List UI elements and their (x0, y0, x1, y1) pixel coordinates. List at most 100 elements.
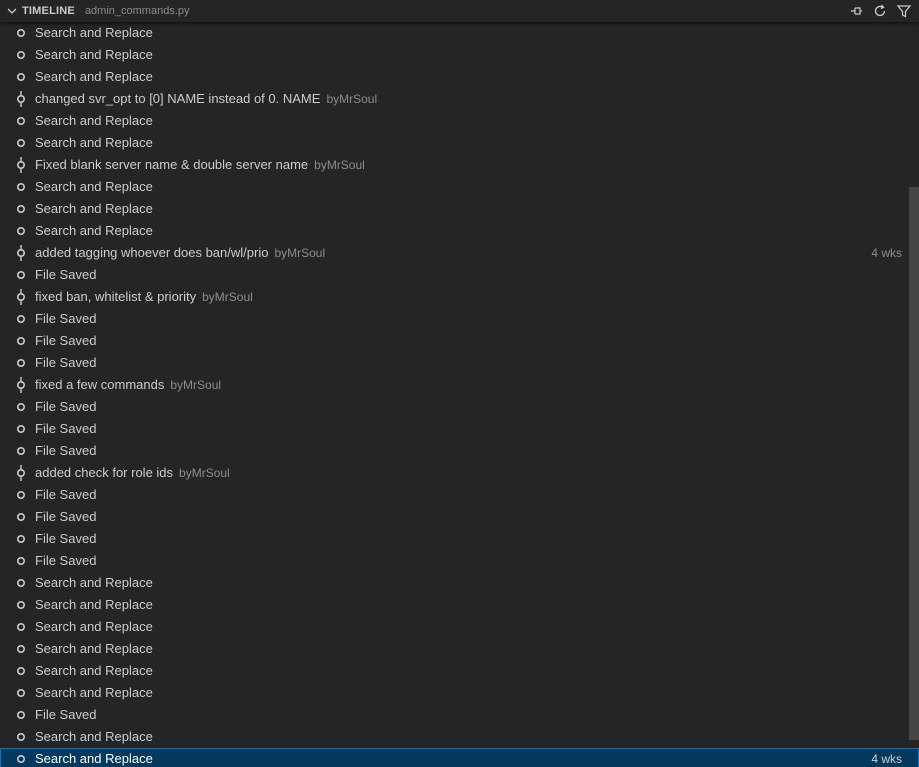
scrollbar-thumb[interactable] (909, 187, 919, 740)
timeline-item-label: Search and Replace (35, 179, 153, 195)
timeline-item[interactable]: File Saved (0, 528, 919, 550)
timeline-item[interactable]: File Saved (0, 440, 919, 462)
timeline-item[interactable]: Search and Replace (0, 220, 919, 242)
chevron-down-icon[interactable] (4, 0, 20, 22)
timeline-item[interactable]: Search and Replace (0, 660, 919, 682)
local-history-icon (14, 69, 28, 85)
local-history-icon (14, 531, 28, 547)
timeline-item[interactable]: File Saved (0, 396, 919, 418)
timeline-item[interactable]: File Saved (0, 418, 919, 440)
timeline-item[interactable]: Search and Replace (0, 594, 919, 616)
local-history-icon (14, 729, 28, 745)
local-history-icon (14, 135, 28, 151)
timeline-item-label: File Saved (35, 421, 96, 437)
git-commit-icon (14, 289, 28, 305)
timeline-item-time: 4 wks (871, 752, 902, 766)
timeline-item[interactable]: Search and Replace (0, 176, 919, 198)
timeline-file-name: admin_commands.py (84, 5, 190, 17)
timeline-item[interactable]: Search and Replace (0, 616, 919, 638)
timeline-item-title: Search and Replace (35, 663, 153, 678)
timeline-item-label: Search and Replace (35, 685, 153, 701)
local-history-icon (14, 685, 28, 701)
git-commit-icon (14, 91, 28, 107)
timeline-item[interactable]: Search and Replace (0, 198, 919, 220)
timeline-item-title: Search and Replace (35, 113, 153, 128)
timeline-item-label: Search and Replace (35, 751, 153, 767)
timeline-item[interactable]: File Saved (0, 308, 919, 330)
local-history-icon (14, 443, 28, 459)
local-history-icon (14, 113, 28, 129)
timeline-item-title: Search and Replace (35, 135, 153, 150)
timeline-item-label: Search and Replace (35, 135, 153, 151)
timeline-item-time: 4 wks (871, 246, 902, 260)
timeline-item-title: File Saved (35, 355, 97, 370)
git-commit-icon (14, 245, 28, 261)
timeline-item-title: Search and Replace (35, 619, 153, 634)
refresh-icon[interactable] (871, 2, 889, 20)
timeline-item-label: added check for role ids byMrSoul (35, 465, 230, 481)
timeline-item-author: byMrSoul (326, 92, 378, 106)
local-history-icon (14, 663, 28, 679)
timeline-item[interactable]: File Saved (0, 550, 919, 572)
timeline-item[interactable]: Search and Replace (0, 572, 919, 594)
timeline-item[interactable]: Search and Replace (0, 726, 919, 748)
timeline-item[interactable]: File Saved (0, 704, 919, 726)
timeline-item[interactable]: File Saved (0, 506, 919, 528)
timeline-item-author: byMrSoul (314, 158, 365, 172)
timeline-item-title: Search and Replace (35, 597, 153, 612)
timeline-item-label: Search and Replace (35, 663, 153, 679)
timeline-item[interactable]: File Saved (0, 352, 919, 374)
local-history-icon (14, 597, 28, 613)
timeline-item-author: byMrSoul (179, 466, 230, 480)
timeline-item-label: Search and Replace (35, 25, 153, 41)
local-history-icon (14, 421, 28, 437)
timeline-item[interactable]: Search and Replace (0, 22, 919, 44)
timeline-item[interactable]: Search and Replace (0, 110, 919, 132)
pin-icon[interactable] (847, 2, 865, 20)
timeline-item[interactable]: Search and Replace 4 wks (0, 748, 919, 767)
timeline-item[interactable]: Search and Replace (0, 66, 919, 88)
timeline-item-label: Search and Replace (35, 47, 153, 63)
timeline-item[interactable]: File Saved (0, 264, 919, 286)
timeline-item[interactable]: Search and Replace (0, 682, 919, 704)
local-history-icon (14, 751, 28, 767)
timeline-item-title: fixed ban, whitelist & priority (35, 289, 197, 304)
local-history-icon (14, 707, 28, 723)
timeline-header[interactable]: TIMELINE admin_commands.py (0, 0, 919, 22)
timeline-item[interactable]: fixed ban, whitelist & priority byMrSoul (0, 286, 919, 308)
timeline-item-title: added tagging whoever does ban/wl/prio (35, 245, 269, 260)
timeline-item[interactable]: Search and Replace (0, 44, 919, 66)
timeline-item-label: File Saved (35, 443, 96, 459)
timeline-item-label: File Saved (35, 355, 96, 371)
timeline-item-label: Search and Replace (35, 223, 153, 239)
timeline-item[interactable]: Search and Replace (0, 638, 919, 660)
timeline-item-title: added check for role ids (35, 465, 174, 480)
timeline-list[interactable]: Search and Replace Search and Replace Sear… (0, 22, 919, 767)
git-commit-icon (14, 465, 28, 481)
timeline-item-label: File Saved (35, 487, 96, 503)
timeline-item[interactable]: Search and Replace (0, 132, 919, 154)
filter-icon[interactable] (895, 2, 913, 20)
local-history-icon (14, 201, 28, 217)
timeline-item-author: byMrSoul (202, 290, 253, 304)
timeline-title: TIMELINE (22, 5, 75, 17)
timeline-item[interactable]: File Saved (0, 330, 919, 352)
timeline-item-label: Search and Replace (35, 641, 153, 657)
timeline-item[interactable]: File Saved (0, 484, 919, 506)
local-history-icon (14, 311, 28, 327)
timeline-item[interactable]: Fixed blank server name & double server … (0, 154, 919, 176)
timeline-item[interactable]: fixed a few commands byMrSoul (0, 374, 919, 396)
local-history-icon (14, 553, 28, 569)
timeline-item[interactable]: added check for role ids byMrSoul (0, 462, 919, 484)
local-history-icon (14, 333, 28, 349)
local-history-icon (14, 267, 28, 283)
timeline-item[interactable]: added tagging whoever does ban/wl/prio by… (0, 242, 919, 264)
local-history-icon (14, 355, 28, 371)
timeline-item-title: Search and Replace (35, 575, 153, 590)
timeline-item-title: Search and Replace (35, 751, 153, 766)
timeline-item-label: fixed ban, whitelist & priority byMrSoul (35, 289, 253, 305)
timeline-item-label: added tagging whoever does ban/wl/prio by… (35, 245, 325, 261)
local-history-icon (14, 399, 28, 415)
timeline-item[interactable]: changed svr_opt to [0] NAME instead of 0… (0, 88, 919, 110)
timeline-item-label: File Saved (35, 707, 96, 723)
